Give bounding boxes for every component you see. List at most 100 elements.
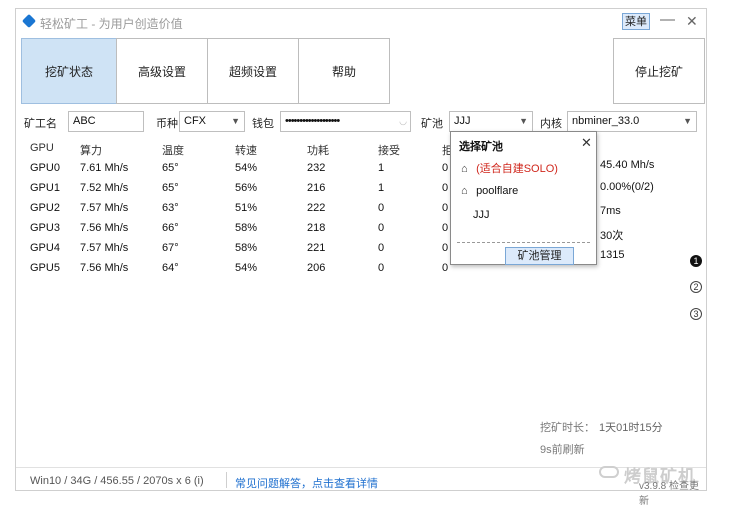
table-cell: 65° [162,162,179,174]
table-cell: 67° [162,242,179,254]
table-cell: 7.57 Mh/s [80,242,129,254]
page-2-button[interactable]: 2 [690,281,702,293]
pool-option-label: poolflare [476,185,519,197]
menu-button[interactable]: 菜单 [622,13,650,30]
gpu-id: GPU1 [30,182,60,194]
table-cell: 216 [307,182,326,194]
table-cell: 7.56 Mh/s [80,262,129,274]
table-cell: 7.56 Mh/s [80,222,129,234]
page-3-button[interactable]: 3 [690,308,702,320]
total-hashrate: 45.40 Mh/s [600,159,655,171]
home-icon: ⌂ [461,185,468,197]
table-cell: 218 [307,222,326,234]
miner-name-input[interactable]: ABC [68,111,144,132]
pool-select-value: JJJ [454,115,471,127]
coin-select[interactable]: CFX ▼ [179,111,245,132]
pool-option-solo[interactable]: ⌂ (适合自建SOLO) [461,160,558,176]
table-cell: 7.61 Mh/s [80,162,129,174]
stop-mining-button[interactable]: 停止挖矿 [613,38,705,104]
coin-select-value: CFX [184,115,206,127]
pool-option-label: JJJ [473,209,490,221]
gpu-id: GPU2 [30,202,60,214]
table-cell: 0 [442,182,449,194]
column-header: 功耗 [307,145,329,157]
table-cell: 0 [442,202,449,214]
column-header: 算力 [80,145,102,157]
table-cell: 7.57 Mh/s [80,202,129,214]
table-cell: 54% [235,162,258,174]
faq-link[interactable]: 常见问题解答，点击查看详情 [235,475,378,491]
table-cell: 0 [378,202,385,214]
tab-advanced-settings[interactable]: 高级设置 [116,38,208,104]
table-cell: 0 [442,262,449,274]
tab-overclock-settings[interactable]: 超频设置 [207,38,299,104]
home-icon: ⌂ [461,163,468,175]
gpu-id: GPU4 [30,242,60,254]
coin-label: 币种 [156,118,178,130]
table-cell: 51% [235,202,258,214]
pool-option-jjj[interactable]: JJJ [473,209,490,221]
table-cell: 0 [442,222,449,234]
status-bar: Win10 / 34G / 456.55 / 2070s x 6 (i) 常见问… [16,466,706,507]
minimize-icon[interactable]: — [660,11,675,28]
table-cell: 232 [307,162,326,174]
column-header: 转速 [235,145,257,157]
latency: 7ms [600,205,621,217]
popup-title: 选择矿池 [459,141,503,153]
wallet-label: 钱包 [252,118,274,130]
miner-name-label: 矿工名 [24,118,57,130]
table-cell: 0 [378,242,385,254]
pool-manage-button[interactable]: 矿池管理 [505,247,574,265]
table-cell: 54% [235,262,258,274]
tab-mining-status[interactable]: 挖矿状态 [21,38,117,104]
pool-label: 矿池 [421,118,443,130]
table-cell: 58% [235,242,258,254]
chevron-down-icon: ◡ [399,116,407,126]
status-divider [226,472,227,488]
kernel-label: 内核 [540,118,562,130]
pool-select-popup: 选择矿池 ✕ ⌂ (适合自建SOLO) ⌂ poolflare JJJ 矿池管理 [450,131,597,265]
app-logo-icon [21,13,37,29]
table-cell: 65° [162,182,179,194]
table-cell: 58% [235,222,258,234]
main-window: 轻松矿工 - 为用户创造价值 菜单 — ✕ 挖矿状态 高级设置 超频设置 帮助 … [15,8,707,507]
column-header: GPU [30,142,54,154]
count: 30次 [600,230,624,242]
window-title: 轻松矿工 - 为用户创造价值 [40,17,183,31]
column-header: 温度 [162,145,184,157]
close-icon[interactable]: ✕ [581,135,592,151]
pool-select[interactable]: JJJ ▼ [449,111,533,132]
table-cell: 0 [378,262,385,274]
gpu-id: GPU0 [30,162,60,174]
page-1-button[interactable]: 1 [690,255,702,267]
table-cell: 221 [307,242,326,254]
gpu-id: GPU3 [30,222,60,234]
pool-option-label: (适合自建SOLO) [476,163,558,175]
close-icon[interactable]: ✕ [686,13,698,30]
table-cell: 0 [442,242,449,254]
mining-time-value: 1天01时15分 [599,422,663,434]
wallet-select[interactable]: ••••••••••••••••••• ◡ [280,111,411,132]
wallet-select-value: ••••••••••••••••••• [285,115,340,127]
wechat-icon [599,466,619,478]
table-cell: 206 [307,262,326,274]
pool-option-poolflare[interactable]: ⌂ poolflare [461,185,518,197]
popup-divider [457,242,590,243]
chevron-down-icon: ▼ [231,116,240,126]
chevron-down-icon: ▼ [519,116,528,126]
mining-time-label: 挖矿时长： [540,422,595,434]
table-cell: 63° [162,202,179,214]
kernel-select[interactable]: nbminer_33.0 ▼ [567,111,697,132]
table-cell: 1 [378,182,385,194]
kernel-select-value: nbminer_33.0 [572,115,640,127]
gpu-id: GPU5 [30,262,60,274]
refresh-text: 9s前刷新 [540,444,585,456]
table-cell: 222 [307,202,326,214]
title-bar: 轻松矿工 - 为用户创造价值 菜单 — ✕ [16,9,706,35]
value: 1315 [600,249,625,261]
tab-help[interactable]: 帮助 [298,38,390,104]
table-cell: 66° [162,222,179,234]
table-cell: 7.52 Mh/s [80,182,129,194]
column-header: 接受 [378,145,400,157]
system-info: Win10 / 34G / 456.55 / 2070s x 6 (i) [30,475,204,487]
